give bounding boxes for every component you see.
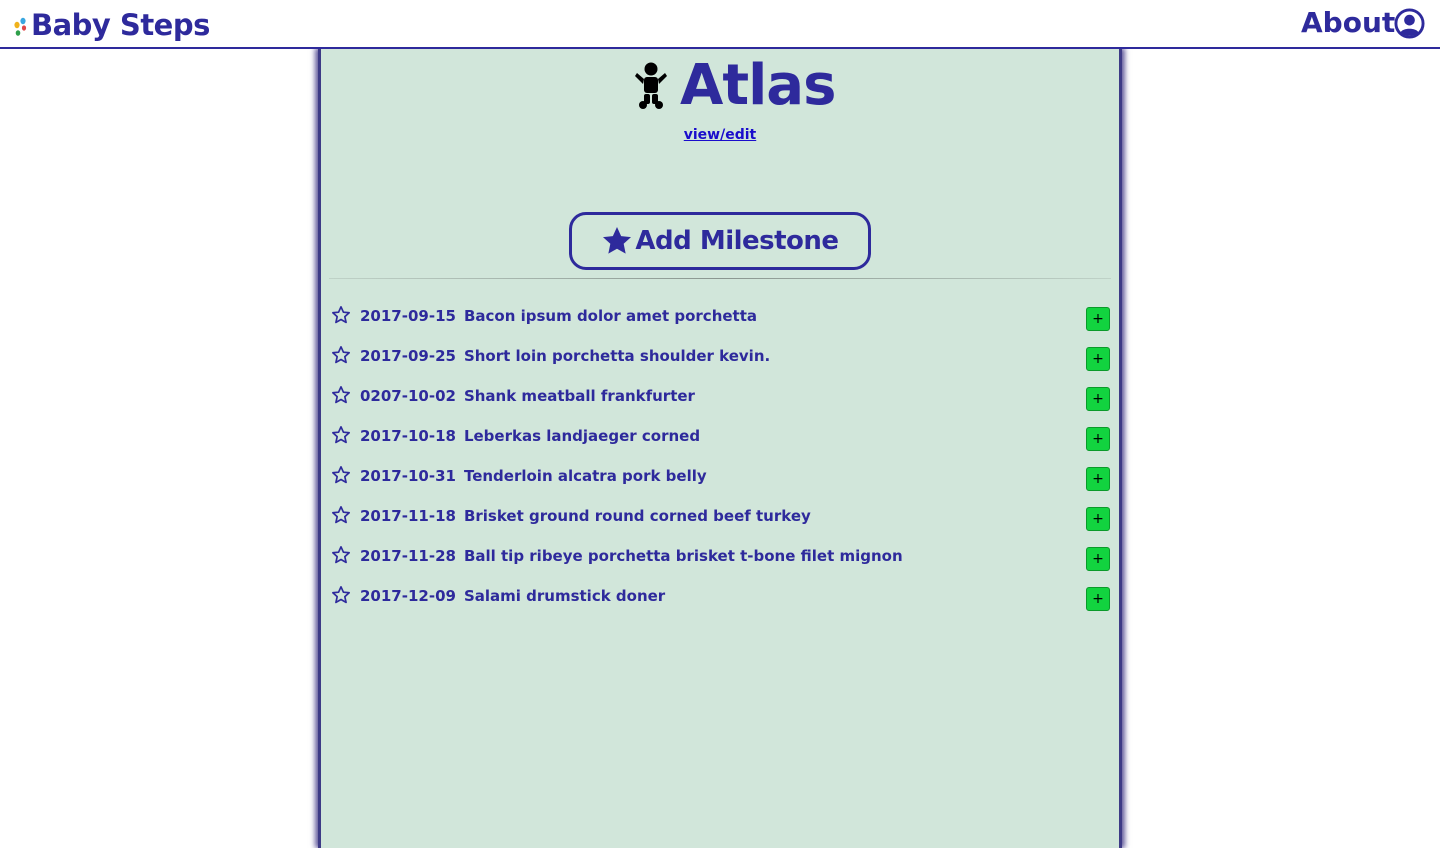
add-detail-button[interactable]: + — [1086, 307, 1110, 331]
star-outline-icon[interactable] — [331, 545, 351, 565]
star-outline-icon[interactable] — [331, 385, 351, 405]
milestone-date: 2017-11-28 — [360, 547, 456, 565]
milestone-date: 2017-09-25 — [360, 347, 456, 365]
milestone-item: 2017-09-25 Short loin porchetta shoulder … — [321, 340, 1119, 380]
star-outline-icon[interactable] — [331, 425, 351, 445]
milestone-title: Tenderloin alcatra pork belly — [463, 467, 707, 485]
add-detail-button[interactable]: + — [1086, 467, 1110, 491]
milestone-item: 2017-12-09 Salami drumstick doner + — [321, 580, 1119, 620]
milestone-list: 2017-09-15 Bacon ipsum dolor amet porchet… — [321, 300, 1119, 620]
milestone-title: Short loin porchetta shoulder kevin. — [463, 347, 771, 365]
footprints-icon — [14, 17, 27, 36]
milestone-title: Leberkas landjaeger corned — [463, 427, 701, 445]
milestone-item: 2017-10-18 Leberkas landjaeger corned + — [321, 420, 1119, 460]
milestone-item: 2017-10-31 Tenderloin alcatra pork belly … — [321, 460, 1119, 500]
milestone-link[interactable]: 2017-11-28 Ball tip ribeye porchetta bris… — [360, 547, 903, 565]
milestone-title: Salami drumstick doner — [463, 587, 666, 605]
milestone-date: 2017-11-18 — [360, 507, 456, 525]
add-detail-button[interactable]: + — [1086, 347, 1110, 371]
milestone-item: 2017-11-28 Ball tip ribeye porchetta bris… — [321, 540, 1119, 580]
add-detail-button[interactable]: + — [1086, 587, 1110, 611]
milestone-date: 2017-12-09 — [360, 587, 456, 605]
milestone-title: Bacon ipsum dolor amet porchetta — [463, 307, 758, 325]
view-edit-wrapper: view/edit — [321, 124, 1119, 143]
add-detail-button[interactable]: + — [1086, 547, 1110, 571]
baby-header: Atlas — [634, 53, 836, 118]
baby-name: Atlas — [680, 53, 836, 118]
star-outline-icon[interactable] — [331, 505, 351, 525]
milestone-title: Ball tip ribeye porchetta brisket t-bone… — [463, 547, 903, 565]
milestone-link[interactable]: 2017-11-18 Brisket ground round corned be… — [360, 507, 811, 525]
milestone-date: 2017-09-15 — [360, 307, 456, 325]
add-detail-button[interactable]: + — [1086, 387, 1110, 411]
user-circle-icon[interactable] — [1394, 8, 1425, 39]
milestone-date: 2017-10-18 — [360, 427, 456, 445]
star-outline-icon[interactable] — [331, 465, 351, 485]
milestone-item: 0207-10-02 Shank meatball frankfurter + — [321, 380, 1119, 420]
milestone-item: 2017-11-18 Brisket ground round corned be… — [321, 500, 1119, 540]
add-milestone-button[interactable]: Add Milestone — [569, 212, 871, 270]
brand-link[interactable]: Baby Steps — [12, 6, 210, 44]
add-milestone-label: Add Milestone — [635, 226, 839, 256]
add-detail-button[interactable]: + — [1086, 507, 1110, 531]
star-solid-icon — [603, 227, 632, 254]
milestone-link[interactable]: 2017-09-15 Bacon ipsum dolor amet porchet… — [360, 307, 757, 325]
star-outline-icon[interactable] — [331, 345, 351, 365]
baby-icon — [635, 62, 667, 109]
milestone-link[interactable]: 2017-10-31 Tenderloin alcatra pork belly — [360, 467, 707, 485]
baby-panel: Atlas view/edit Add Milestone 2017-09-15… — [318, 48, 1122, 848]
milestone-link[interactable]: 0207-10-02 Shank meatball frankfurter — [360, 387, 695, 405]
brand-name: Baby Steps — [31, 8, 210, 42]
milestone-title: Shank meatball frankfurter — [463, 387, 695, 405]
milestone-item: 2017-09-15 Bacon ipsum dolor amet porchet… — [321, 300, 1119, 340]
top-navbar: Baby Steps About — [0, 0, 1440, 49]
star-outline-icon[interactable] — [331, 305, 351, 325]
milestone-link[interactable]: 2017-09-25 Short loin porchetta shoulder … — [360, 347, 770, 365]
about-link[interactable]: About — [1301, 4, 1395, 42]
milestone-date: 2017-10-31 — [360, 467, 456, 485]
milestone-link[interactable]: 2017-12-09 Salami drumstick doner — [360, 587, 665, 605]
divider — [329, 278, 1111, 279]
add-detail-button[interactable]: + — [1086, 427, 1110, 451]
star-outline-icon[interactable] — [331, 585, 351, 605]
milestone-link[interactable]: 2017-10-18 Leberkas landjaeger corned — [360, 427, 700, 445]
milestone-date: 0207-10-02 — [360, 387, 456, 405]
view-edit-link[interactable]: view/edit — [684, 127, 756, 143]
milestone-title: Brisket ground round corned beef turkey — [463, 507, 811, 525]
